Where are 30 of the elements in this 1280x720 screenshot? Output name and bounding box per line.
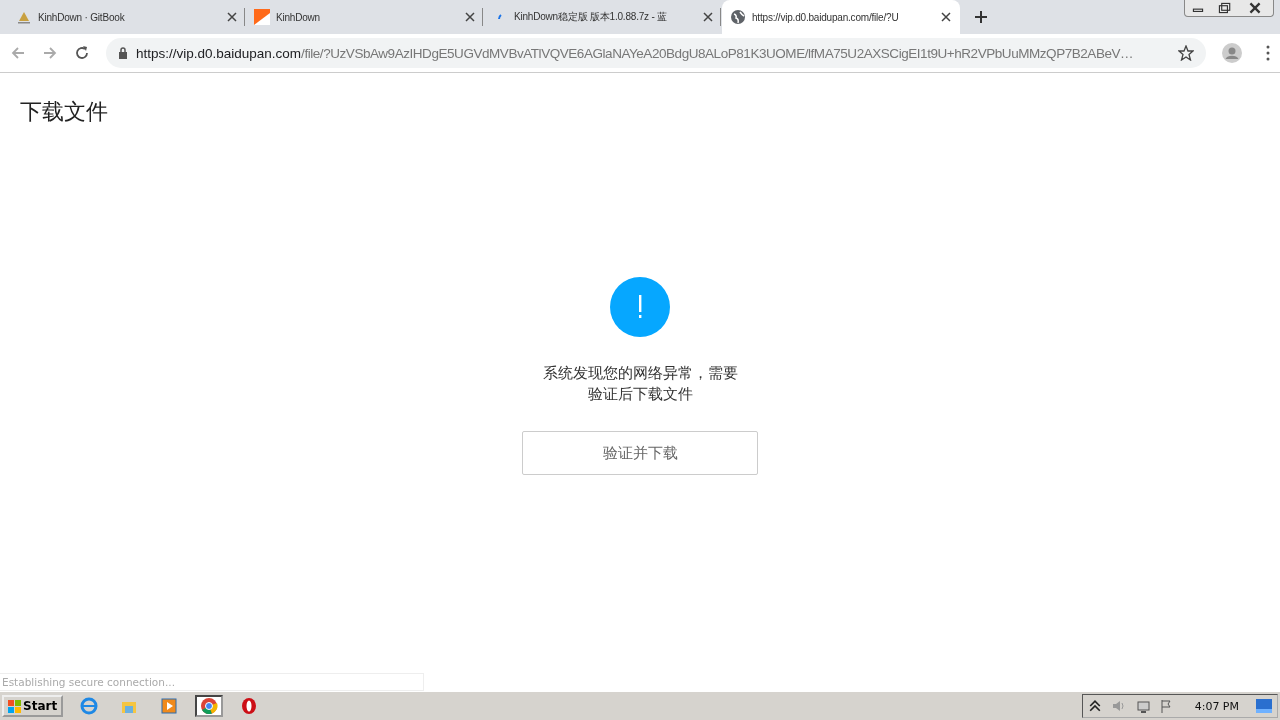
tab-title: KinhDown稳定版 版本1.0.88.7z - 蓝: [514, 10, 668, 24]
close-icon[interactable]: [941, 12, 951, 22]
start-button[interactable]: Start: [2, 695, 64, 717]
menu-icon[interactable]: [1266, 45, 1270, 61]
clock: 4:07 PM: [1194, 699, 1239, 713]
tab-title: KinhDown: [276, 11, 321, 23]
exclamation-icon: [610, 277, 670, 337]
spinner-icon: [498, 14, 502, 20]
address-bar[interactable]: https://vip.d0.baidupan.com/file/?UzVSbAw9AzIHDgE5UGVdMVBvATlVQVE6AGlaNAYeA20BdgU8ALoP81K3UOME/lfMA75U2AXSCigEI1t9U+hR2VPbUuMMzQP7B2ABeV…: [106, 38, 1206, 68]
globe-icon: [730, 9, 746, 25]
lock-icon: [118, 47, 128, 59]
taskbar-browser-icon[interactable]: [195, 695, 224, 717]
profile-avatar-icon[interactable]: [1222, 43, 1242, 63]
network-icon[interactable]: [1134, 698, 1151, 714]
bookmark-star-icon[interactable]: [1178, 45, 1194, 61]
logo-icon: [254, 9, 270, 25]
warning-message: 系统发现您的网络异常，需要 验证后下载文件: [542, 363, 738, 405]
close-icon[interactable]: [465, 12, 475, 22]
reload-icon[interactable]: [74, 45, 90, 61]
windows-logo-icon: [8, 699, 21, 713]
verify-download-button[interactable]: 验证并下载: [522, 431, 758, 475]
show-desktop-icon[interactable]: [1255, 699, 1273, 713]
close-icon[interactable]: [703, 12, 713, 22]
tab-title: KinhDown · GitBook: [38, 11, 126, 23]
page-heading: 下载文件: [20, 98, 109, 126]
status-bubble: Establishing secure connection...: [0, 673, 424, 691]
browser-tab[interactable]: https://vip.d0.baidupan.com/file/?U: [722, 0, 960, 34]
new-tab-icon[interactable]: [974, 10, 988, 24]
tab-title: https://vip.d0.baidupan.com/file/?U: [752, 11, 900, 23]
close-icon[interactable]: [227, 12, 237, 22]
